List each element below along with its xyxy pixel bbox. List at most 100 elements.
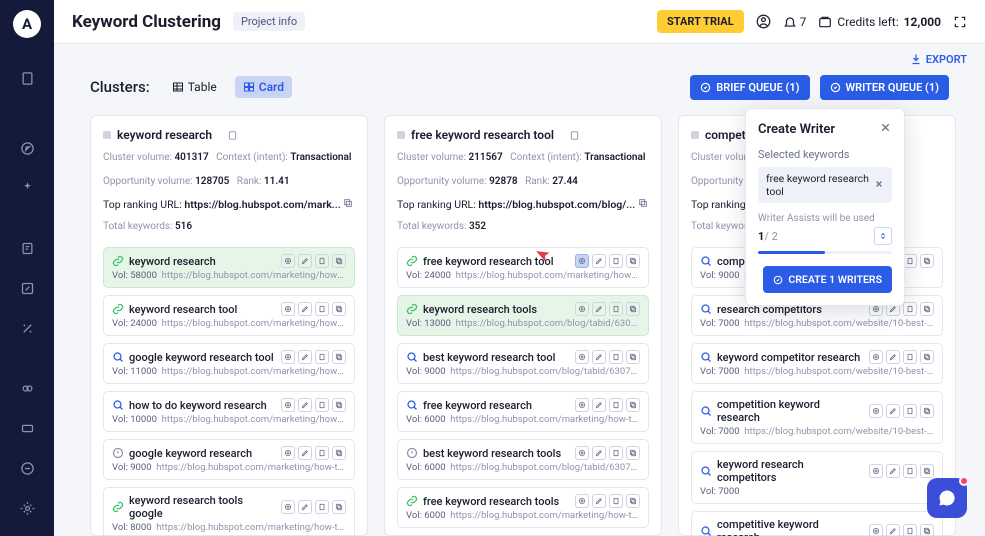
- action-target-icon[interactable]: [869, 524, 883, 536]
- action-edit-icon[interactable]: [298, 446, 312, 460]
- action-edit-icon[interactable]: [298, 254, 312, 268]
- video-icon[interactable]: [13, 414, 41, 442]
- action-edit-icon[interactable]: [886, 464, 900, 478]
- action-target-icon[interactable]: [281, 350, 295, 364]
- writer-queue-button[interactable]: WRITER QUEUE (1): [820, 75, 949, 100]
- action-copy-icon[interactable]: [920, 254, 934, 268]
- keyword-row[interactable]: keyword research tool Vol: 24000 https:/…: [103, 295, 355, 336]
- user-icon[interactable]: [756, 14, 771, 29]
- action-edit-icon[interactable]: [592, 446, 606, 460]
- action-edit-icon[interactable]: [592, 302, 606, 316]
- action-target-icon[interactable]: [281, 500, 295, 514]
- action-note-icon[interactable]: [315, 302, 329, 316]
- action-note-icon[interactable]: [609, 254, 623, 268]
- action-edit-icon[interactable]: [592, 494, 606, 508]
- action-note-icon[interactable]: [903, 302, 917, 316]
- keyword-row[interactable]: best keyword research tools Vol: 6000 ht…: [397, 439, 649, 480]
- keyword-row[interactable]: keyword research tools Vol: 13000 https:…: [397, 295, 649, 336]
- file-icon[interactable]: [13, 64, 41, 92]
- action-target-icon[interactable]: [575, 350, 589, 364]
- remove-tag-icon[interactable]: [874, 179, 884, 192]
- action-target-icon[interactable]: [869, 350, 883, 364]
- stepper-button[interactable]: [874, 227, 892, 245]
- view-table-button[interactable]: Table: [164, 76, 225, 98]
- action-note-icon[interactable]: [903, 524, 917, 536]
- link-icon[interactable]: [13, 374, 41, 402]
- action-note-icon[interactable]: [903, 254, 917, 268]
- action-note-icon[interactable]: [315, 254, 329, 268]
- keyword-row[interactable]: google keyword research Vol: 9000 https:…: [103, 439, 355, 480]
- sparkle-icon[interactable]: [13, 174, 41, 202]
- action-note-icon[interactable]: [315, 350, 329, 364]
- export-button[interactable]: EXPORT: [910, 53, 967, 66]
- action-edit-icon[interactable]: [886, 524, 900, 536]
- action-target-icon[interactable]: [281, 398, 295, 412]
- action-edit-icon[interactable]: [886, 404, 900, 418]
- action-copy-icon[interactable]: [626, 446, 640, 460]
- action-copy-icon[interactable]: [332, 254, 346, 268]
- fullscreen-icon[interactable]: [953, 15, 967, 29]
- action-target-icon[interactable]: [575, 446, 589, 460]
- project-info-badge[interactable]: Project info: [233, 12, 305, 31]
- action-note-icon[interactable]: [609, 398, 623, 412]
- action-edit-icon[interactable]: [298, 398, 312, 412]
- action-copy-icon[interactable]: [332, 446, 346, 460]
- wand-icon[interactable]: [13, 314, 41, 342]
- action-note-icon[interactable]: [903, 350, 917, 364]
- action-copy-icon[interactable]: [626, 494, 640, 508]
- action-note-icon[interactable]: [609, 302, 623, 316]
- action-target-icon[interactable]: [575, 254, 589, 268]
- chat-fab-button[interactable]: [927, 478, 967, 518]
- action-note-icon[interactable]: [609, 494, 623, 508]
- keyword-row[interactable]: competitive keyword research Vol: 7000 h…: [691, 511, 943, 536]
- action-copy-icon[interactable]: [920, 350, 934, 364]
- action-edit-icon[interactable]: [592, 398, 606, 412]
- action-note-icon[interactable]: [315, 398, 329, 412]
- action-copy-icon[interactable]: [920, 464, 934, 478]
- view-card-button[interactable]: Card: [235, 76, 292, 98]
- close-icon[interactable]: [879, 121, 892, 138]
- action-target-icon[interactable]: [575, 494, 589, 508]
- edit-icon[interactable]: [13, 274, 41, 302]
- action-copy-icon[interactable]: [920, 404, 934, 418]
- keyword-row[interactable]: best keyword research tool Vol: 9000 htt…: [397, 343, 649, 384]
- action-target-icon[interactable]: [281, 302, 295, 316]
- action-copy-icon[interactable]: [626, 350, 640, 364]
- action-target-icon[interactable]: [575, 398, 589, 412]
- app-logo[interactable]: A: [13, 10, 41, 38]
- action-copy-icon[interactable]: [626, 302, 640, 316]
- keyword-row[interactable]: keyword competitor research Vol: 7000 ht…: [691, 343, 943, 384]
- settings-icon[interactable]: [13, 494, 41, 522]
- keyword-row[interactable]: keyword research Vol: 58000 https://blog…: [103, 247, 355, 288]
- collapse-icon[interactable]: [13, 454, 41, 482]
- action-copy-icon[interactable]: [332, 302, 346, 316]
- action-copy-icon[interactable]: [332, 500, 346, 514]
- action-copy-icon[interactable]: [332, 398, 346, 412]
- action-edit-icon[interactable]: [592, 254, 606, 268]
- action-edit-icon[interactable]: [886, 350, 900, 364]
- action-target-icon[interactable]: [575, 302, 589, 316]
- note-icon[interactable]: [13, 234, 41, 262]
- keyword-row[interactable]: free keyword research tool Vol: 24000 ht…: [397, 247, 649, 288]
- start-trial-button[interactable]: START TRIAL: [657, 10, 744, 33]
- action-target-icon[interactable]: [281, 446, 295, 460]
- action-edit-icon[interactable]: [298, 500, 312, 514]
- action-target-icon[interactable]: [869, 404, 883, 418]
- keyword-row[interactable]: free keyword research Vol: 6000 https://…: [397, 391, 649, 432]
- action-note-icon[interactable]: [315, 446, 329, 460]
- action-copy-icon[interactable]: [626, 254, 640, 268]
- action-note-icon[interactable]: [609, 350, 623, 364]
- create-writers-button[interactable]: CREATE 1 WRITERS: [763, 266, 892, 293]
- action-target-icon[interactable]: [869, 464, 883, 478]
- keyword-row[interactable]: free keyword research tools Vol: 6000 ht…: [397, 487, 649, 528]
- keyword-row[interactable]: keyword research competitors Vol: 7000: [691, 451, 943, 504]
- action-note-icon[interactable]: [609, 446, 623, 460]
- compass-icon[interactable]: [13, 134, 41, 162]
- action-copy-icon[interactable]: [332, 350, 346, 364]
- action-edit-icon[interactable]: [592, 350, 606, 364]
- action-note-icon[interactable]: [903, 404, 917, 418]
- action-edit-icon[interactable]: [298, 302, 312, 316]
- keyword-row[interactable]: google keyword research tool Vol: 11000 …: [103, 343, 355, 384]
- keyword-row[interactable]: competition keyword research Vol: 7000 h…: [691, 391, 943, 444]
- brief-queue-button[interactable]: BRIEF QUEUE (1): [690, 75, 809, 100]
